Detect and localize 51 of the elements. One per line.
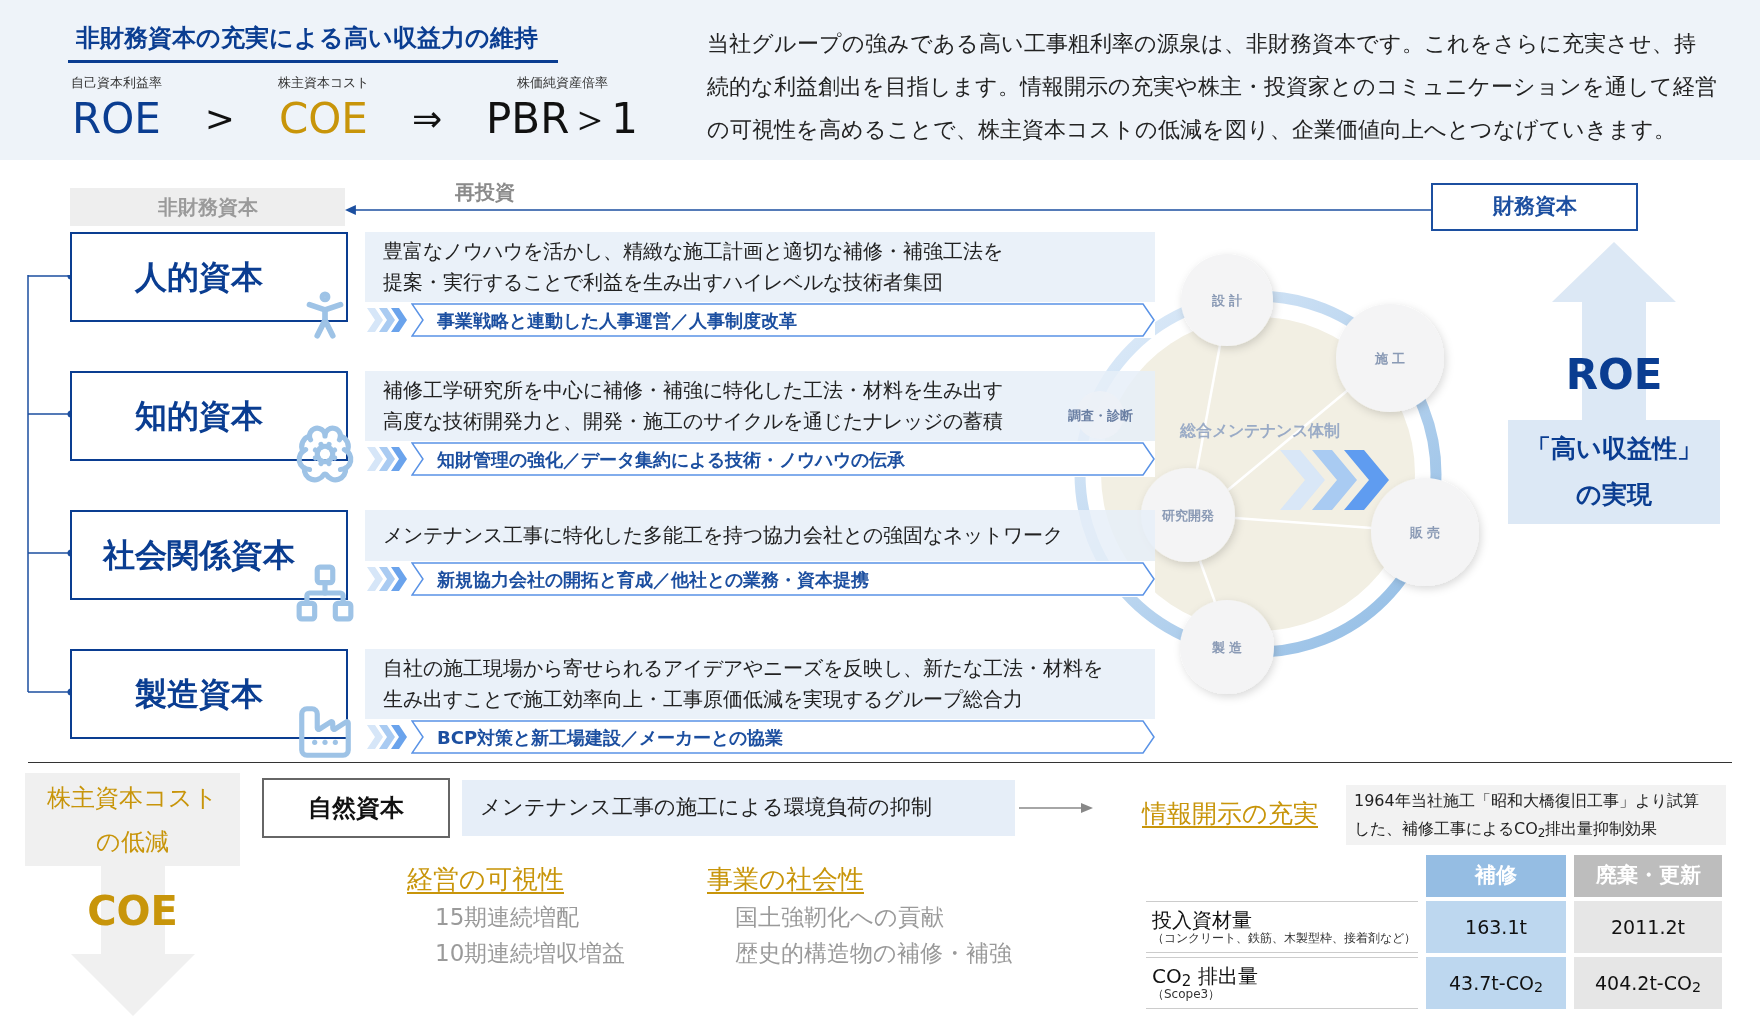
disclosure-title: 情報開示の充実 — [1142, 798, 1318, 830]
section-title: 非財務資本の充実による高い収益力の維持 — [68, 20, 558, 63]
process-node: 製 造 — [1180, 600, 1274, 694]
table-cell: 163.1t — [1426, 901, 1566, 953]
metric-label: 株主資本コスト — [277, 74, 369, 92]
process-node: 施 工 — [1336, 304, 1444, 412]
head-gear-icon — [294, 423, 356, 485]
operator-symbol: ⇒ — [411, 96, 443, 141]
outcome-box: 「高い収益性」 の実現 — [1508, 420, 1720, 524]
group-item: 15期連続増配 — [435, 903, 581, 932]
coe-metric: COE — [87, 887, 178, 936]
description-band: メンテナンス工事に特化した多能工を持つ協力会社との強固なネットワーク — [365, 510, 1155, 561]
operator-symbol: > — [204, 96, 235, 141]
description-band: メンテナンス工事の施工による環境負荷の抑制 — [462, 780, 1015, 836]
group-title: 事業の社会性 — [707, 863, 865, 896]
up-arrow-icon — [1552, 242, 1676, 420]
metric-value: COE — [277, 92, 369, 145]
target-label-box: 財務資本 — [1431, 183, 1638, 231]
metric-value: ROE — [71, 92, 162, 145]
metric-label: 株価純資産倍率 — [516, 74, 608, 92]
cost-reduction-box: 株主資本コスト の低減 — [25, 773, 240, 866]
description-band: 豊富なノウハウを活かし、精緻な施工計画と適切な補修・補強工法を 提案・実行することで利益を生み出すハイレベルな技術者集団 — [365, 232, 1155, 302]
description-band: 自社の施工現場から寄せられるアイデアやニーズを反映し、新たな工法・材料を 生み出すことで施工効率向上・工事原価低減を実現するグループ総合力 — [365, 649, 1155, 719]
row-header: 投入資材量 （コンクリート、鉄筋、木製型枠、接着剤など） — [1146, 901, 1418, 953]
process-node: 設 計 — [1181, 254, 1273, 346]
initiative-banner: 事業戦略と連動した人事運営／人事制度改革 — [411, 303, 1155, 337]
natural-capital-box: 自然資本 — [262, 778, 450, 838]
metric-value: PBR＞1 — [485, 92, 640, 145]
group-title: 経営の可視性 — [407, 863, 565, 896]
chevron-arrows-icon — [1280, 450, 1389, 510]
column-header: 廃棄・更新 — [1574, 855, 1722, 897]
diagram-title: 総合メンテナンス体制 — [1180, 421, 1340, 440]
initiative-banner: BCP対策と新工場建設／メーカーとの協業 — [411, 720, 1155, 754]
table-cell: 43.7t-CO$_{2}$ — [1426, 957, 1566, 1009]
source-label-box: 非財務資本 — [70, 188, 345, 226]
outcome-metric: ROE — [1565, 350, 1663, 400]
process-node: 販 売 — [1371, 478, 1479, 586]
intro-paragraph: 当社グループの強みである高い工事粗利率の源泉は、非財務資本です。これをさらに充実させ、持 続的な利益創出を目指します。情報開示の充実や株主・投資家とのコミュニケーションを通して経営 の可視性を高めることで、株主資本コストの低減を図り、企業価値向上へとつなげていきます。 — [707, 30, 1717, 144]
table-cell: 404.2t-CO$_{2}$ — [1574, 957, 1722, 1009]
metric-label: 自己資本利益率 — [70, 74, 162, 92]
initiative-banner: 新規協力会社の開拓と育成／他社との業務・資本提携 — [411, 562, 1155, 596]
initiative-banner: 知財管理の強化／データ集約による技術・ノウハウの伝承 — [411, 442, 1155, 476]
group-item: 歴史的構造物の補修・補強 — [735, 939, 1012, 968]
table-cell: 2011.2t — [1574, 901, 1722, 953]
column-header: 補修 — [1426, 855, 1566, 897]
group-item: 10期連続増収増益 — [435, 939, 627, 968]
network-icon — [294, 562, 356, 624]
table-caption: 1964年当社施工「昭和大橋復旧工事」より試算 した、補修工事によるCO$_{2}$排出量抑制効果 — [1346, 785, 1726, 845]
group-item: 国土強靭化への貢献 — [735, 903, 945, 932]
arrow-label: 再投資 — [455, 180, 516, 204]
row-header: CO$_{2}$ 排出量 （Scope3） — [1146, 957, 1418, 1009]
